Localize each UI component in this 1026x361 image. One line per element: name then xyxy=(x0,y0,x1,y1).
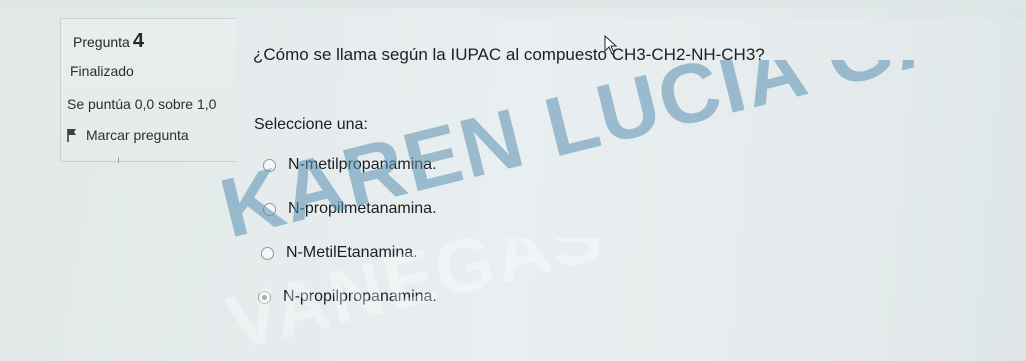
answer-option-c[interactable]: N-MetilEtanamina. xyxy=(261,244,418,262)
answer-option-a[interactable]: N-metilpropanamina. xyxy=(263,156,437,174)
question-number: Pregunta 4 xyxy=(73,30,144,53)
radio-button-d-selected[interactable] xyxy=(258,290,271,304)
answer-label-d: N-propilpropanamina. xyxy=(283,288,437,305)
answer-label-b: N-propilmetanamina. xyxy=(288,200,437,217)
divider-tick xyxy=(118,157,119,163)
flag-icon xyxy=(66,128,78,142)
radio-button-b[interactable] xyxy=(263,202,276,216)
answer-label-c: N-MetilEtanamina. xyxy=(286,244,418,261)
flag-question-link[interactable]: Marcar pregunta xyxy=(66,127,189,143)
flag-question-label: Marcar pregunta xyxy=(86,127,189,143)
question-number-value: 4 xyxy=(132,30,144,52)
question-text: ¿Cómo se llama según la IUPAC al compues… xyxy=(253,45,765,64)
question-label: Pregunta xyxy=(73,34,130,50)
select-prompt: Seleccione una: xyxy=(254,116,368,133)
radio-button-c[interactable] xyxy=(261,246,274,260)
question-state: Finalizado xyxy=(70,63,134,79)
question-content-panel xyxy=(236,18,1026,361)
top-strip xyxy=(0,0,1026,8)
answer-label-a: N-metilpropanamina. xyxy=(288,156,437,173)
radio-button-a[interactable] xyxy=(263,158,276,172)
answer-option-d[interactable]: N-propilpropanamina. xyxy=(258,288,437,306)
answer-option-b[interactable]: N-propilmetanamina. xyxy=(263,200,437,218)
question-grade: Se puntúa 0,0 sobre 1,0 xyxy=(67,96,217,112)
